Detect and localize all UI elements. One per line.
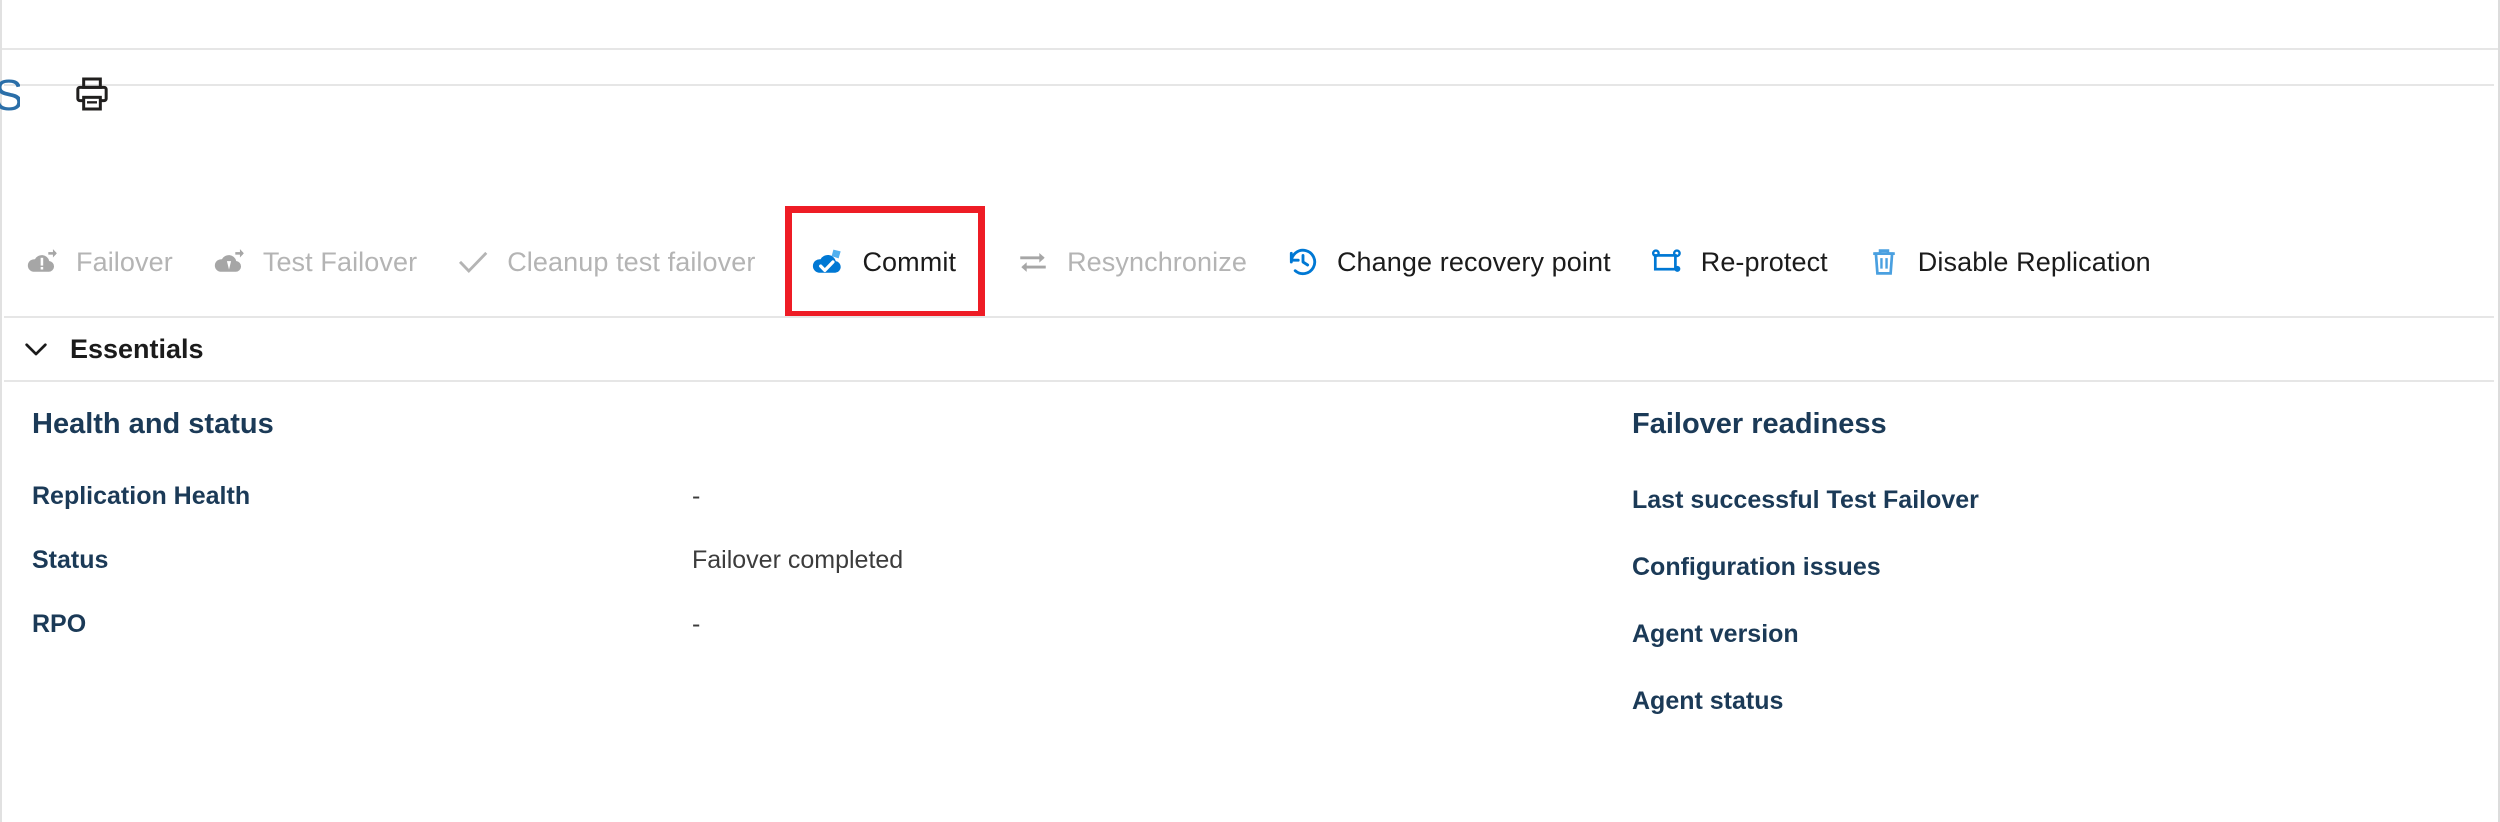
toolbar-item-label: Disable Replication	[1917, 246, 2151, 277]
essentials-details: Health and status Replication Health - S…	[2, 390, 2498, 822]
essentials-label: Essentials	[70, 333, 204, 364]
replication-action-toolbar: Failover Test Failover Cleanup test fail…	[2, 206, 2498, 318]
toolbar-item-label: Re-protect	[1700, 246, 1828, 277]
cloud-failover-icon	[22, 242, 62, 282]
row-key: Agent version	[1632, 620, 1799, 648]
table-row: Status Failover completed	[32, 546, 1592, 587]
table-row: Agent status	[1632, 687, 2478, 728]
trash-icon	[1864, 242, 1904, 282]
azure-resource-blade: S Failover Test Failover Cleanup test fa…	[0, 0, 2500, 822]
row-value: -	[692, 610, 701, 638]
toolbar-item-resynchronize[interactable]: Resynchronize	[1007, 230, 1263, 294]
divider-essentials-bottom	[4, 380, 2494, 382]
row-key: Status	[32, 546, 109, 574]
command-bar: S	[0, 50, 2498, 140]
toolbar-item-label: Failover	[76, 246, 173, 277]
printer-icon	[76, 77, 108, 111]
toolbar-item-label: Change recovery point	[1336, 246, 1611, 277]
toolbar-item-commit[interactable]: Commit	[785, 206, 986, 318]
sync-arrows-icon	[1013, 242, 1053, 282]
cloud-test-failover-icon	[209, 242, 249, 282]
toolbar-item-label: Commit	[862, 246, 957, 277]
row-key: Agent status	[1632, 687, 1784, 715]
print-button[interactable]	[64, 66, 120, 122]
toolbar-item-disable-replication[interactable]: Disable Replication	[1858, 230, 2167, 294]
failover-readiness-pane: Failover readiness Last successful Test …	[1632, 390, 2478, 822]
row-value: Failover completed	[692, 546, 904, 574]
table-row: Agent version	[1632, 620, 2478, 661]
pane-title: Health and status	[32, 408, 274, 440]
toolbar-item-label: Test Failover	[262, 246, 418, 277]
essentials-header[interactable]: Essentials	[2, 318, 2498, 380]
chevron-down-icon	[14, 327, 58, 371]
failover-readiness-list: Last successful Test Failover Configurat…	[1632, 486, 2478, 754]
toolbar-item-label: Cleanup test failover	[507, 246, 756, 277]
health-and-status-list: Replication Health - Status Failover com…	[32, 482, 1592, 674]
table-row: Configuration issues	[1632, 553, 2478, 594]
pane-title: Failover readiness	[1632, 408, 1887, 440]
toolbar-item-failover[interactable]: Failover	[16, 230, 189, 294]
row-value: -	[692, 482, 701, 510]
health-and-status-pane: Health and status Replication Health - S…	[32, 390, 1592, 822]
toolbar-item-label: Resynchronize	[1067, 246, 1247, 277]
clock-rewind-icon	[1283, 242, 1323, 282]
toolbar-item-change-recovery-point[interactable]: Change recovery point	[1277, 230, 1627, 294]
table-row: RPO -	[32, 610, 1592, 651]
row-key: RPO	[32, 610, 87, 638]
row-key: Configuration issues	[1632, 553, 1881, 581]
table-row: Replication Health -	[32, 482, 1592, 523]
clipped-edge-glyph: S	[0, 71, 20, 120]
cloud-commit-icon	[808, 242, 848, 282]
checkmark-icon	[453, 242, 493, 282]
row-key: Last successful Test Failover	[1632, 486, 1979, 514]
row-key: Replication Health	[32, 482, 251, 510]
toolbar-item-cleanup-test-failover[interactable]: Cleanup test failover	[447, 230, 771, 294]
table-row: Last successful Test Failover	[1632, 486, 2478, 527]
toolbar-item-test-failover[interactable]: Test Failover	[203, 230, 433, 294]
reprotect-icon	[1647, 242, 1687, 282]
toolbar-item-re-protect[interactable]: Re-protect	[1641, 230, 1844, 294]
